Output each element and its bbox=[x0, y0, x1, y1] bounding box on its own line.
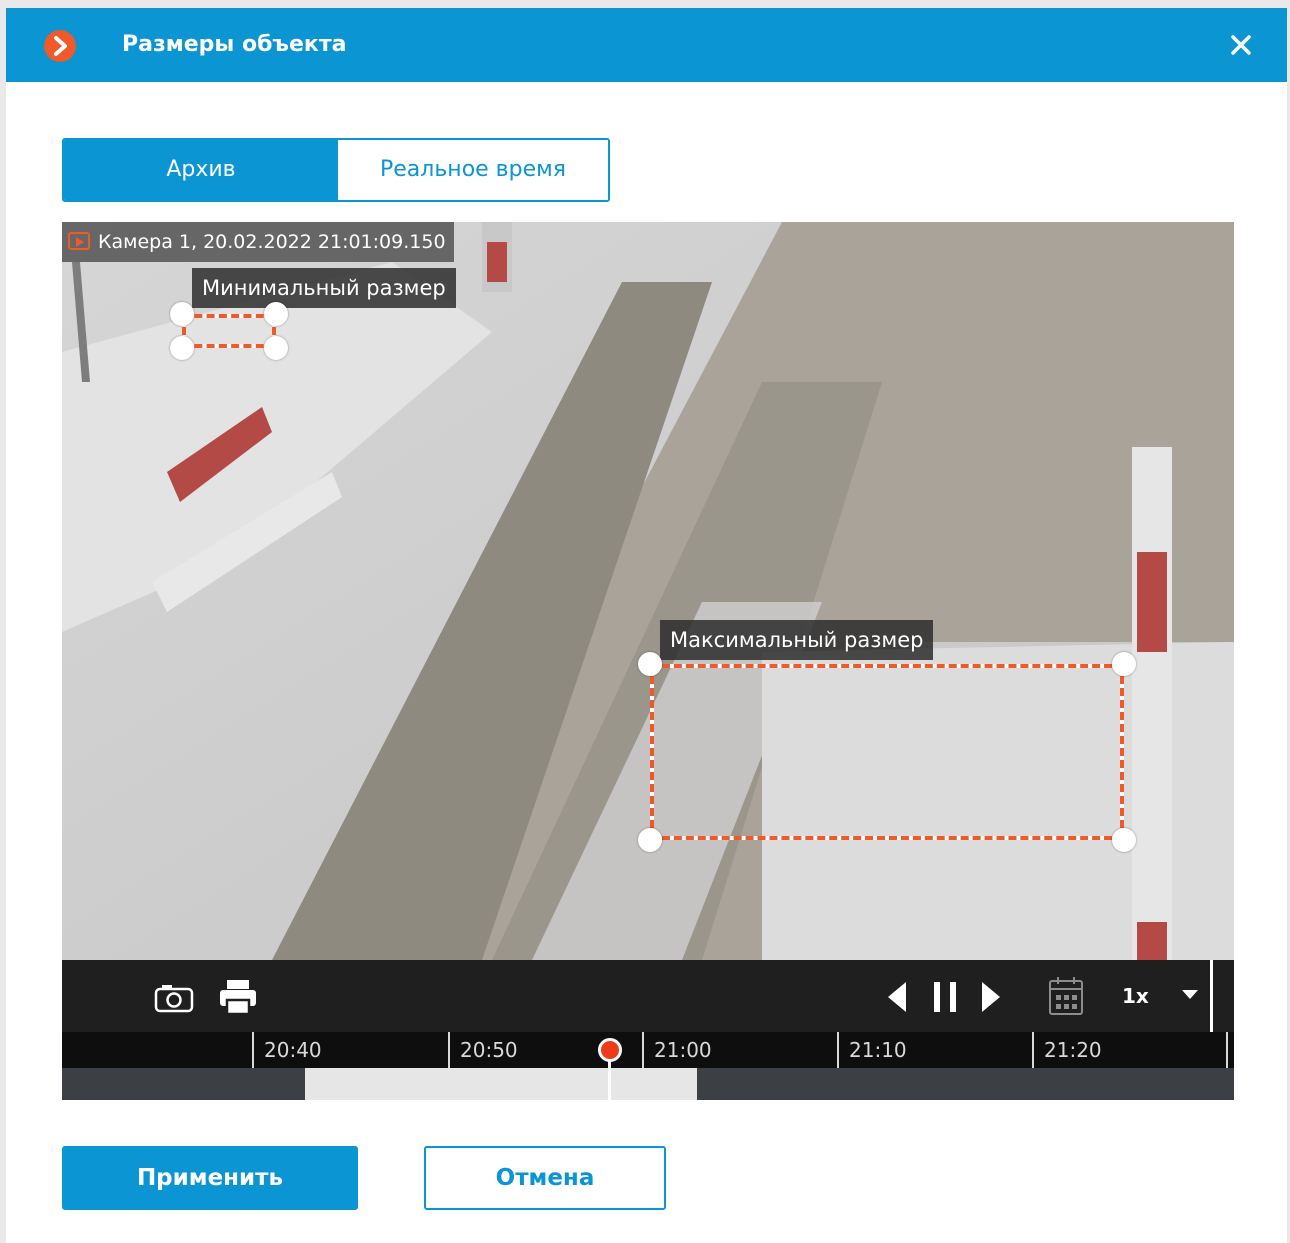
close-icon[interactable] bbox=[1226, 30, 1256, 60]
calendar-icon[interactable] bbox=[1048, 976, 1084, 1016]
min-size-handle-top-right[interactable] bbox=[264, 302, 288, 326]
timeline-tick: 20:40 bbox=[252, 1032, 322, 1068]
timeline-tick-edge bbox=[1226, 1032, 1234, 1068]
play-icon bbox=[68, 232, 90, 250]
min-size-label: Минимальный размер bbox=[192, 268, 456, 308]
next-frame-icon[interactable] bbox=[980, 980, 1002, 1014]
min-size-handle-bottom-right[interactable] bbox=[264, 336, 288, 360]
timeline-scale: 20:40 20:50 21:00 21:10 21:20 bbox=[62, 1032, 1234, 1068]
tab-realtime[interactable]: Реальное время bbox=[338, 140, 608, 200]
mode-tabs: Архив Реальное время bbox=[62, 138, 610, 202]
max-size-box[interactable] bbox=[650, 664, 1124, 840]
pause-icon[interactable] bbox=[930, 980, 960, 1014]
player-toolbar: 1x bbox=[62, 960, 1234, 1032]
playback-speed[interactable]: 1x bbox=[1122, 982, 1149, 1010]
timeline-tick: 21:20 bbox=[1032, 1032, 1102, 1068]
object-size-dialog: Размеры объекта Архив Реальное время Кам… bbox=[6, 8, 1287, 1243]
video-viewer: Камера 1, 20.02.2022 21:01:09.150 Минима… bbox=[62, 222, 1234, 1100]
tab-archive[interactable]: Архив bbox=[64, 140, 338, 200]
cancel-button[interactable]: Отмена bbox=[424, 1146, 666, 1210]
timeline-tick: 21:10 bbox=[837, 1032, 907, 1068]
min-size-box[interactable] bbox=[182, 314, 276, 348]
toolbar-divider bbox=[1210, 960, 1213, 1032]
max-size-handle-top-left[interactable] bbox=[638, 652, 662, 676]
archive-recording-range bbox=[305, 1068, 697, 1100]
timeline-tick: 20:50 bbox=[448, 1032, 518, 1068]
camera-overlay-label: Камера 1, 20.02.2022 21:01:09.150 bbox=[62, 222, 454, 262]
playback-cursor[interactable] bbox=[598, 1038, 622, 1062]
max-size-label: Максимальный размер bbox=[660, 620, 934, 660]
print-icon[interactable] bbox=[218, 978, 258, 1016]
prev-frame-icon[interactable] bbox=[886, 980, 908, 1014]
camera-icon[interactable] bbox=[154, 982, 194, 1014]
max-size-handle-bottom-right[interactable] bbox=[1112, 828, 1136, 852]
max-size-handle-bottom-left[interactable] bbox=[638, 828, 662, 852]
timeline-track[interactable] bbox=[62, 1068, 1234, 1100]
max-size-handle-top-right[interactable] bbox=[1112, 652, 1136, 676]
camera-label-text: Камера 1, 20.02.2022 21:01:09.150 bbox=[98, 231, 446, 253]
apply-button[interactable]: Применить bbox=[62, 1146, 358, 1210]
dialog-title: Размеры объекта bbox=[122, 32, 347, 57]
timeline-tick: 21:00 bbox=[642, 1032, 712, 1068]
chevron-right-icon bbox=[44, 30, 76, 62]
title-bar: Размеры объекта bbox=[6, 8, 1287, 82]
chevron-down-icon[interactable] bbox=[1182, 990, 1198, 999]
min-size-handle-top-left[interactable] bbox=[170, 302, 194, 326]
min-size-handle-bottom-left[interactable] bbox=[170, 336, 194, 360]
